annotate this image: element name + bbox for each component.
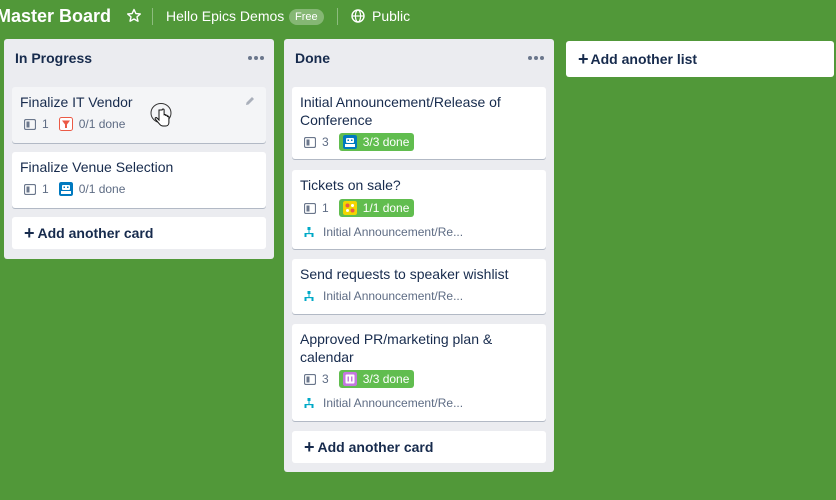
team-name[interactable]: Hello Epics Demos	[166, 8, 284, 24]
list-header: Done	[284, 39, 554, 77]
plus-icon: +	[304, 437, 315, 457]
description-icon	[304, 136, 316, 148]
card-badges: 1 1/1 done	[304, 199, 415, 217]
robot-icon	[58, 182, 73, 196]
add-list-label: Add another list	[590, 51, 698, 67]
card-title: Tickets on sale?	[300, 177, 401, 193]
calendar-icon	[342, 372, 357, 386]
plus-icon: +	[24, 223, 35, 243]
visibility-button[interactable]: Public	[372, 8, 410, 24]
epic-link[interactable]: Initial Announcement/Re...	[304, 289, 463, 303]
epic-link[interactable]: Initial Announcement/Re...	[304, 225, 463, 239]
card-title: Finalize Venue Selection	[20, 159, 174, 175]
list-title[interactable]: Done	[295, 50, 330, 66]
description-count: 3	[322, 372, 329, 386]
description-count: 1	[42, 117, 49, 131]
epic-icon	[304, 227, 314, 237]
description-icon	[24, 118, 36, 130]
list-header: In Progress	[4, 39, 274, 77]
description-count: 1	[42, 182, 49, 196]
description-count: 1	[322, 201, 329, 215]
checklist-badge: 1/1 done	[338, 199, 415, 217]
card-badges: 3 3/3 done	[304, 133, 415, 151]
checklist-badge: 0/1 done	[58, 115, 131, 133]
epic-text: Initial Announcement/Re...	[323, 289, 464, 303]
add-card-label: Add another card	[317, 439, 434, 455]
epic-link[interactable]: Initial Announcement/Re...	[304, 396, 463, 410]
funnel-icon	[58, 117, 73, 131]
header-divider	[152, 8, 153, 25]
board-header: Master Board Hello Epics Demos Free Publ…	[0, 0, 836, 34]
puzzle-icon	[342, 201, 357, 215]
card-title: Send requests to speaker wishlist	[300, 266, 509, 282]
checklist-text: 0/1 done	[78, 182, 126, 196]
globe-icon	[351, 9, 365, 23]
list-in-progress: In Progress Finalize IT Vendor 1 0/1 don…	[4, 39, 274, 259]
description-icon	[304, 202, 316, 214]
plan-badge: Free	[289, 9, 324, 25]
add-card-button[interactable]: + Add another card	[292, 431, 546, 463]
card-speaker-wishlist[interactable]: Send requests to speaker wishlist Initia…	[292, 259, 546, 314]
list-menu-button[interactable]	[528, 49, 546, 65]
list-title[interactable]: In Progress	[15, 50, 92, 66]
checklist-badge: 3/3 done	[338, 370, 415, 388]
card-badges: 1 0/1 done	[24, 180, 130, 198]
description-icon	[24, 183, 36, 195]
card-badges: 3 3/3 done	[304, 370, 415, 388]
checklist-text: 3/3 done	[362, 372, 410, 386]
header-divider	[337, 8, 338, 25]
card-initial-announcement[interactable]: Initial Announcement/Release of Conferen…	[292, 87, 546, 159]
card-tickets-on-sale[interactable]: Tickets on sale? 1 1/1 done Initial Anno…	[292, 170, 546, 249]
card-badges: 1 0/1 done	[24, 115, 130, 133]
add-card-button[interactable]: + Add another card	[12, 217, 266, 249]
epic-icon	[304, 291, 314, 301]
checklist-text: 3/3 done	[362, 135, 410, 149]
checklist-text: 1/1 done	[362, 201, 410, 215]
list-done: Done Initial Announcement/Release of Con…	[284, 39, 554, 472]
add-card-label: Add another card	[37, 225, 154, 241]
card-title: Initial Announcement/Release of Conferen…	[300, 94, 501, 128]
pencil-icon[interactable]	[244, 95, 256, 107]
card-title: Approved PR/marketing plan & calendar	[300, 331, 493, 365]
card-approved-pr-marketing[interactable]: Approved PR/marketing plan & calendar 3 …	[292, 324, 546, 421]
epic-text: Initial Announcement/Re...	[323, 225, 464, 239]
description-count: 3	[322, 135, 329, 149]
star-icon[interactable]	[126, 8, 142, 24]
card-finalize-venue-selection[interactable]: Finalize Venue Selection 1 0/1 done	[12, 152, 266, 208]
epic-text: Initial Announcement/Re...	[323, 396, 464, 410]
checklist-badge: 0/1 done	[58, 180, 131, 198]
board-title[interactable]: Master Board	[0, 6, 111, 27]
description-icon	[304, 373, 316, 385]
plus-icon: +	[578, 49, 589, 69]
card-title: Finalize IT Vendor	[20, 94, 133, 110]
add-list-button[interactable]: + Add another list	[566, 41, 834, 77]
hand-cursor-icon	[150, 103, 172, 127]
list-menu-button[interactable]	[248, 49, 266, 65]
checklist-text: 0/1 done	[78, 117, 126, 131]
robot-icon	[342, 135, 357, 149]
checklist-badge: 3/3 done	[338, 133, 415, 151]
card-finalize-it-vendor[interactable]: Finalize IT Vendor 1 0/1 done	[12, 87, 266, 143]
epic-icon	[304, 398, 314, 408]
